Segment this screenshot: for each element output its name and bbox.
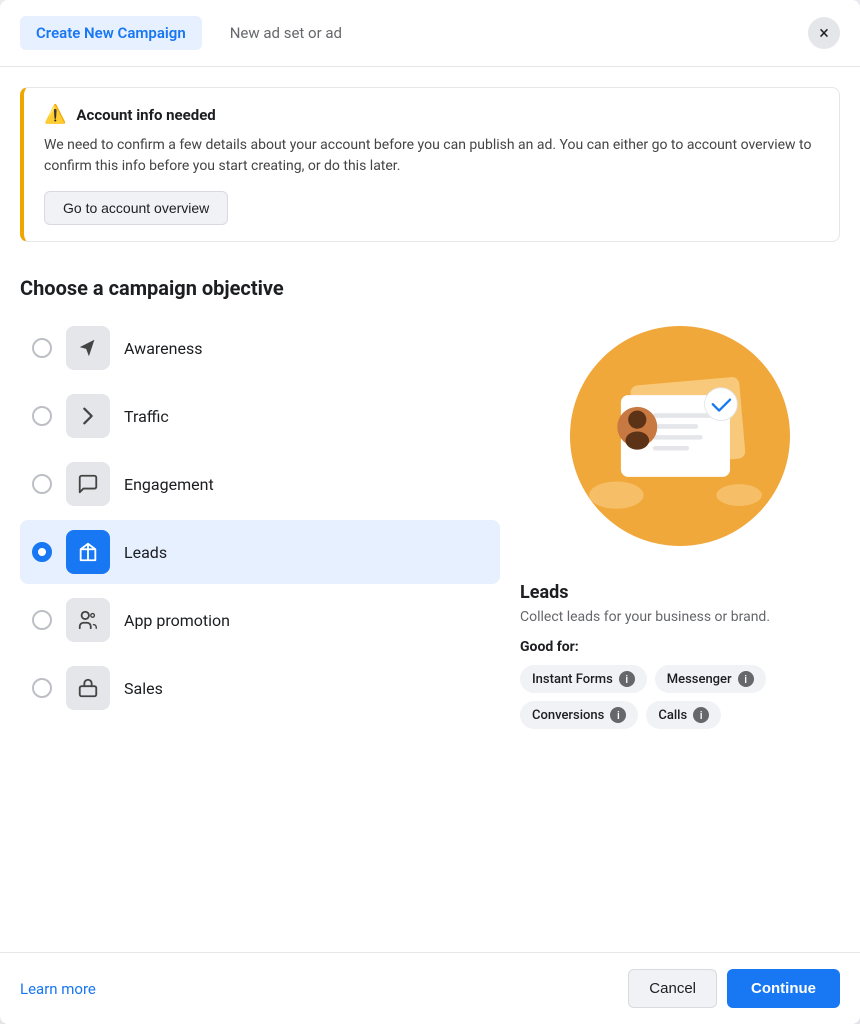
alert-header: ⚠️ Account info needed — [44, 104, 819, 125]
leads-icon — [66, 530, 110, 574]
sales-label: Sales — [124, 679, 163, 698]
objective-engagement[interactable]: Engagement — [20, 452, 500, 516]
engagement-icon — [66, 462, 110, 506]
radio-awareness[interactable] — [32, 338, 52, 358]
modal: Create New Campaign New ad set or ad × ⚠… — [0, 0, 860, 1024]
alert-body: We need to confirm a few details about y… — [44, 135, 819, 177]
alert-title: Account info needed — [76, 106, 215, 124]
objective-awareness[interactable]: Awareness — [20, 316, 500, 380]
radio-app-promotion[interactable] — [32, 610, 52, 630]
tab-new-adset[interactable]: New ad set or ad — [214, 16, 358, 50]
detail-description: Collect leads for your business or brand… — [520, 609, 770, 625]
traffic-label: Traffic — [124, 407, 169, 426]
close-button[interactable]: × — [808, 17, 840, 49]
tab-create-campaign[interactable]: Create New Campaign — [20, 16, 202, 50]
objective-leads[interactable]: Leads — [20, 520, 500, 584]
footer-actions: Cancel Continue — [628, 969, 840, 1008]
awareness-icon — [66, 326, 110, 370]
radio-leads[interactable] — [32, 542, 52, 562]
engagement-label: Engagement — [124, 475, 214, 494]
tag-instant-forms: Instant Forms i — [520, 665, 647, 693]
tag-conversions-label: Conversions — [532, 708, 604, 723]
leads-illustration — [570, 326, 790, 546]
alert-box: ⚠️ Account info needed We need to confir… — [20, 87, 840, 242]
tag-calls: Calls i — [646, 701, 721, 729]
modal-header: Create New Campaign New ad set or ad × — [0, 0, 860, 67]
cancel-button[interactable]: Cancel — [628, 969, 717, 1008]
detail-title: Leads — [520, 582, 568, 603]
tags-container: Instant Forms i Messenger i Conversions … — [520, 665, 840, 729]
objective-app-promotion[interactable]: App promotion — [20, 588, 500, 652]
go-to-account-overview-button[interactable]: Go to account overview — [44, 191, 228, 225]
content-area: Awareness Traffic — [0, 316, 860, 841]
radio-engagement[interactable] — [32, 474, 52, 494]
calls-info-icon[interactable]: i — [693, 707, 709, 723]
sales-icon — [66, 666, 110, 710]
good-for-label: Good for: — [520, 639, 579, 655]
detail-panel: Leads Collect leads for your business or… — [520, 316, 840, 841]
radio-sales[interactable] — [32, 678, 52, 698]
app-promotion-icon — [66, 598, 110, 642]
leads-label: Leads — [124, 543, 167, 562]
objective-sales[interactable]: Sales — [20, 656, 500, 720]
conversions-info-icon[interactable]: i — [610, 707, 626, 723]
tag-calls-label: Calls — [658, 708, 687, 723]
objective-traffic[interactable]: Traffic — [20, 384, 500, 448]
warning-icon: ⚠️ — [44, 104, 66, 125]
app-promotion-label: App promotion — [124, 611, 230, 630]
objectives-list: Awareness Traffic — [20, 316, 500, 841]
awareness-label: Awareness — [124, 339, 203, 358]
tag-conversions: Conversions i — [520, 701, 638, 729]
messenger-info-icon[interactable]: i — [738, 671, 754, 687]
tag-messenger: Messenger i — [655, 665, 766, 693]
instant-forms-info-icon[interactable]: i — [619, 671, 635, 687]
radio-traffic[interactable] — [32, 406, 52, 426]
section-title: Choose a campaign objective — [0, 252, 860, 316]
tag-messenger-label: Messenger — [667, 672, 732, 687]
modal-footer: Learn more Cancel Continue — [0, 952, 860, 1024]
continue-button[interactable]: Continue — [727, 969, 840, 1008]
traffic-icon — [66, 394, 110, 438]
learn-more-link[interactable]: Learn more — [20, 980, 96, 998]
tag-instant-forms-label: Instant Forms — [532, 672, 613, 687]
